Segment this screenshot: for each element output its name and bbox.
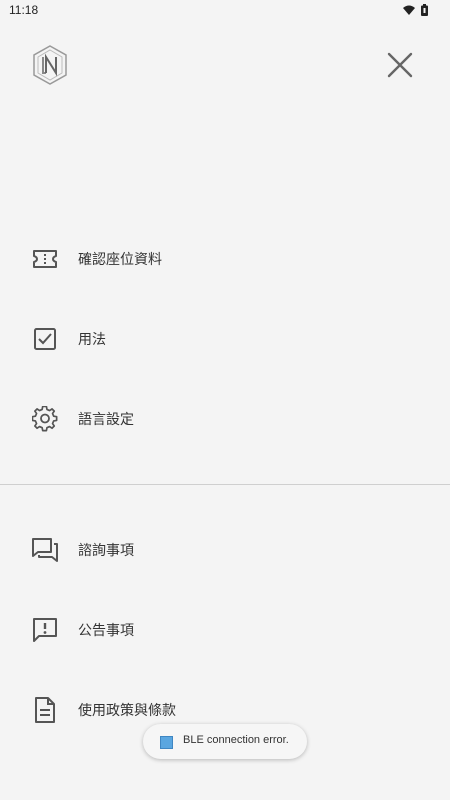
status-bar: 11:18 <box>0 0 450 20</box>
announcement-icon <box>31 616 59 644</box>
menu-item-label: 確認座位資料 <box>78 252 162 268</box>
battery-icon <box>421 4 428 16</box>
document-icon <box>31 696 59 724</box>
menu-item-label: 語言設定 <box>78 412 134 428</box>
menu-item-inquiry[interactable]: 諮詢事項 <box>0 522 450 578</box>
ticket-icon <box>31 245 59 273</box>
gear-icon <box>31 405 59 433</box>
close-button[interactable] <box>384 49 416 81</box>
close-icon <box>387 52 413 78</box>
checkbox-icon <box>31 325 59 353</box>
status-time: 11:18 <box>9 3 39 17</box>
toast-message: BLE connection error. <box>143 724 307 759</box>
chat-icon <box>31 536 59 564</box>
menu-item-usage[interactable]: 用法 <box>0 311 450 367</box>
logo-icon <box>32 45 68 85</box>
menu-item-label: 用法 <box>78 332 106 348</box>
menu-item-label: 使用政策與條款 <box>78 703 176 719</box>
status-icons <box>403 4 428 16</box>
menu-item-announcements[interactable]: 公告事項 <box>0 602 450 658</box>
menu-item-label: 公告事項 <box>78 623 134 639</box>
menu-item-language[interactable]: 語言設定 <box>0 391 450 447</box>
menu-item-label: 諮詢事項 <box>78 543 134 559</box>
menu-item-seat-info[interactable]: 確認座位資料 <box>0 231 450 287</box>
toast-text: BLE connection error. <box>183 734 289 746</box>
wifi-icon <box>403 5 415 15</box>
app-icon <box>160 736 173 749</box>
divider <box>0 484 450 485</box>
